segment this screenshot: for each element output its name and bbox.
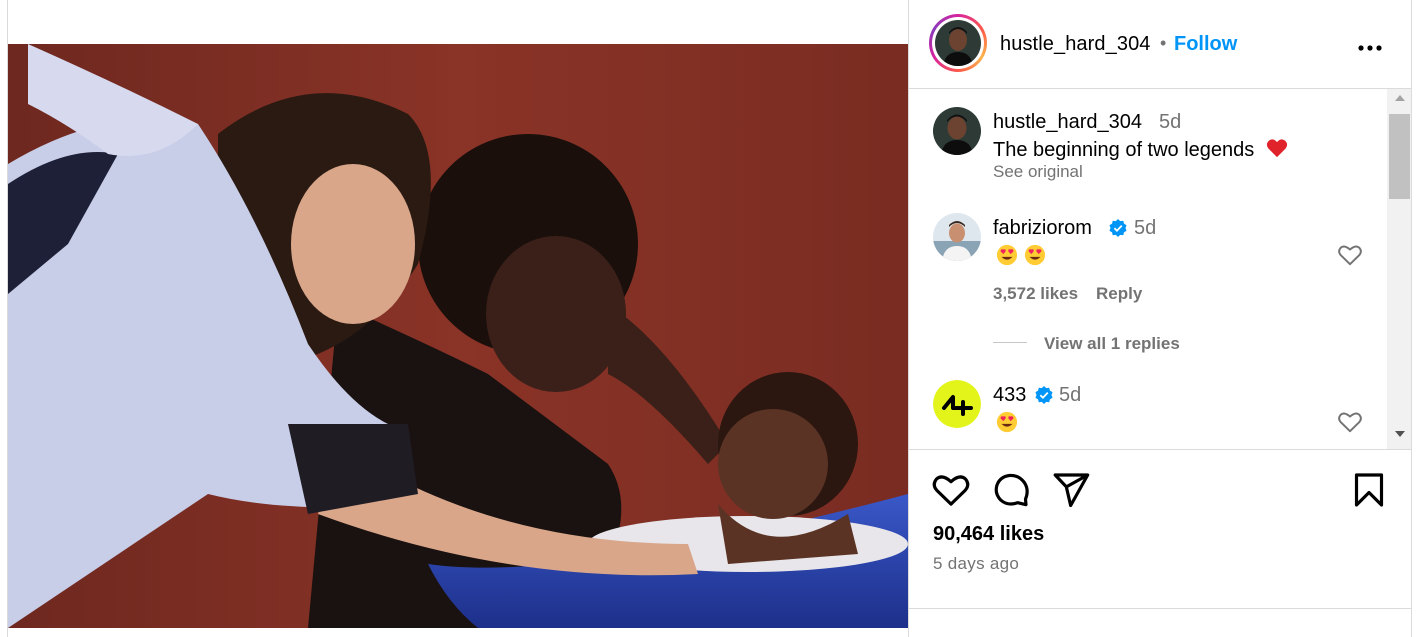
comment-text-emojis	[996, 410, 1024, 433]
scroll-down-arrow-icon[interactable]	[1395, 431, 1405, 437]
post-sidebar: hustle_hard_304 • Follow hustle_hard_304…	[908, 0, 1412, 637]
likes-count[interactable]: 90,464 likes	[933, 523, 1044, 546]
comments-list[interactable]: hustle_hard_304 5d The beginning of two …	[909, 89, 1387, 449]
send-icon[interactable]	[1051, 470, 1091, 510]
add-comment-area[interactable]	[909, 608, 1412, 637]
comment-likes-count[interactable]: 3,572 likes	[993, 284, 1078, 304]
post-actions: 90,464 likes 5 days ago	[909, 449, 1412, 609]
scrollbar-thumb[interactable]	[1389, 114, 1410, 199]
author-username[interactable]: hustle_hard_304	[1000, 33, 1151, 56]
bookmark-icon[interactable]	[1349, 470, 1389, 510]
heart-eyes-emoji	[1024, 244, 1046, 265]
caption-avatar[interactable]	[933, 107, 981, 155]
reply-button[interactable]: Reply	[1096, 284, 1142, 304]
verified-badge-icon	[1109, 219, 1127, 237]
caption-time[interactable]: 5d	[1159, 111, 1181, 134]
separator-dot: •	[1160, 33, 1167, 53]
more-options-icon[interactable]	[1357, 32, 1383, 58]
post-image[interactable]	[8, 44, 908, 628]
red-heart-emoji-icon	[1266, 139, 1287, 158]
heart-icon[interactable]	[931, 470, 971, 510]
view-replies-link[interactable]: View all 1 replies	[1044, 334, 1180, 354]
comment-username[interactable]: 433	[993, 384, 1026, 407]
comment-username[interactable]: fabriziorom	[993, 217, 1092, 240]
comments-scrollbar[interactable]	[1387, 89, 1412, 449]
comment-like-heart-icon[interactable]	[1337, 409, 1363, 435]
heart-eyes-emoji	[996, 411, 1018, 432]
replies-line	[993, 342, 1027, 343]
caption-text: The beginning of two legends	[993, 138, 1288, 162]
scroll-up-arrow-icon[interactable]	[1395, 95, 1405, 101]
heart-eyes-emoji	[996, 244, 1018, 265]
comment-icon[interactable]	[991, 470, 1031, 510]
comment-time[interactable]: 5d	[1134, 217, 1156, 240]
comment-avatar-fabriziorom[interactable]	[933, 213, 981, 261]
post-time-ago[interactable]: 5 days ago	[933, 554, 1019, 574]
verified-badge-icon	[1035, 386, 1053, 404]
caption-text-body: The beginning of two legends	[993, 139, 1255, 161]
instagram-post-view: hustle_hard_304 • Follow hustle_hard_304…	[0, 0, 1416, 637]
caption-username[interactable]: hustle_hard_304	[993, 111, 1142, 134]
comment-like-heart-icon[interactable]	[1337, 242, 1363, 268]
comment-text-emojis	[996, 243, 1052, 266]
follow-button[interactable]: Follow	[1174, 33, 1237, 56]
right-divider	[1411, 0, 1412, 637]
post-header: hustle_hard_304 • Follow	[909, 0, 1412, 89]
comment-time[interactable]: 5d	[1059, 384, 1081, 407]
see-original-link[interactable]: See original	[993, 162, 1083, 182]
comment-avatar-433[interactable]	[933, 380, 981, 428]
author-avatar[interactable]	[929, 14, 987, 72]
post-photo-illustration	[8, 44, 908, 628]
